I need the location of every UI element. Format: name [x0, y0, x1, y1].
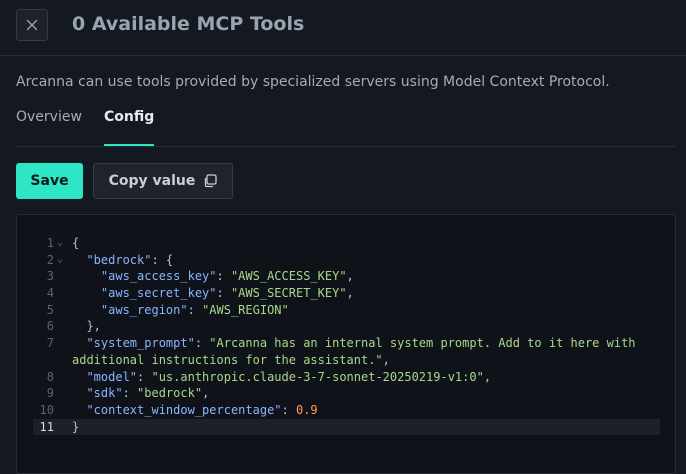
- line-number: 8: [46, 369, 54, 384]
- json-punctuation: ,: [202, 386, 210, 401]
- json-config-editor[interactable]: 1 ⌄{2 ⌄ "bedrock": {3 "aws_access_key": "A…: [16, 214, 676, 474]
- code-line: 10 "context_window_percentage": 0.9: [33, 402, 660, 419]
- tab-config[interactable]: Config: [104, 109, 155, 146]
- copy-icon: [205, 174, 218, 188]
- code-text: "model": "us.anthropic.claude-3-7-sonnet…: [86, 369, 492, 384]
- line-number: 7: [46, 336, 54, 351]
- code-lines: 1 ⌄{2 ⌄ "bedrock": {3 "aws_access_key": "A…: [33, 235, 660, 436]
- json-key: "aws_access_key": [100, 269, 217, 284]
- json-key: "context_window_percentage": [86, 402, 282, 417]
- save-button[interactable]: Save: [16, 163, 83, 199]
- close-icon: [26, 19, 38, 31]
- json-key: "aws_region": [100, 302, 188, 317]
- json-punctuation: ,: [483, 369, 492, 384]
- json-key: "model": [86, 369, 138, 384]
- code-line: 11}: [33, 418, 660, 436]
- json-punctuation: {: [72, 236, 80, 250]
- json-value: "AWS_REGION": [202, 302, 289, 317]
- line-number: 1: [46, 236, 54, 250]
- line-number: 10: [39, 402, 54, 417]
- json-key: "bedrock": [86, 252, 152, 267]
- line-number: 2: [46, 252, 54, 267]
- code-text: "context_window_percentage": 0.9: [86, 402, 318, 417]
- json-punctuation: },: [86, 319, 101, 334]
- tab-overview[interactable]: Overview: [16, 109, 82, 146]
- json-punctuation: : {: [151, 252, 174, 267]
- code-line: 4 "aws_secret_key": "AWS_SECRET_KEY",: [33, 285, 660, 302]
- page-title: 0 Available MCP Tools: [72, 13, 305, 35]
- fold-chevron-icon[interactable]: ⌄: [57, 252, 63, 269]
- json-key: "system_prompt": [86, 336, 195, 351]
- copy-value-label: Copy value: [108, 173, 196, 189]
- code-text: "aws_secret_key": "AWS_SECRET_KEY",: [100, 286, 354, 301]
- line-number: 4: [46, 286, 54, 301]
- tab-bar: Overview Config: [16, 106, 676, 147]
- json-punctuation: ,: [346, 286, 354, 301]
- code-text: "system_prompt": "Arcanna has an interna…: [72, 336, 643, 367]
- code-line: 3 "aws_access_key": "AWS_ACCESS_KEY",: [33, 268, 660, 285]
- line-number: 5: [46, 302, 54, 317]
- code-line: 1 ⌄ {: [33, 235, 660, 252]
- copy-value-button[interactable]: Copy value: [93, 163, 233, 199]
- line-number: 9: [46, 386, 54, 401]
- description-text: Arcanna can use tools provided by specia…: [16, 74, 610, 90]
- code-line: 6 },: [33, 318, 660, 335]
- code-text: "aws_region": "AWS_REGION": [100, 302, 289, 317]
- line-number: 11: [39, 419, 54, 434]
- code-line: 5 "aws_region": "AWS_REGION": [33, 302, 660, 319]
- code-text: "sdk": "bedrock",: [86, 386, 210, 401]
- code-text: },: [72, 318, 101, 335]
- dialog-header: 0 Available MCP Tools: [0, 0, 686, 56]
- json-key: "sdk": [86, 386, 123, 401]
- code-text: "bedrock": {: [72, 252, 173, 269]
- json-value: "bedrock": [137, 386, 203, 401]
- close-button[interactable]: [16, 9, 48, 41]
- fold-chevron-icon[interactable]: ⌄: [57, 235, 63, 252]
- json-key: "aws_secret_key": [100, 286, 217, 301]
- json-value: "AWS_ACCESS_KEY": [230, 269, 347, 284]
- code-text: "aws_access_key": "AWS_ACCESS_KEY",: [100, 269, 354, 284]
- json-punctuation: ,: [382, 352, 390, 367]
- json-punctuation: }: [72, 419, 80, 434]
- line-number: 3: [46, 269, 54, 284]
- save-button-label: Save: [30, 173, 69, 189]
- json-punctuation: ,: [346, 269, 354, 284]
- code-line: 9 "sdk": "bedrock",: [33, 385, 660, 402]
- line-number: 6: [46, 319, 54, 334]
- code-line: 2 ⌄ "bedrock": {: [33, 252, 660, 269]
- code-text: {: [72, 235, 79, 252]
- json-value: 0.9: [295, 402, 318, 417]
- code-line: 7 "system_prompt": "Arcanna has an inter…: [33, 335, 660, 368]
- code-text: }: [72, 419, 79, 436]
- json-value: "AWS_SECRET_KEY": [230, 286, 347, 301]
- code-line: 8 "model": "us.anthropic.claude-3-7-sonn…: [33, 369, 660, 386]
- json-value: "us.anthropic.claude-3-7-sonnet-20250219…: [151, 369, 484, 384]
